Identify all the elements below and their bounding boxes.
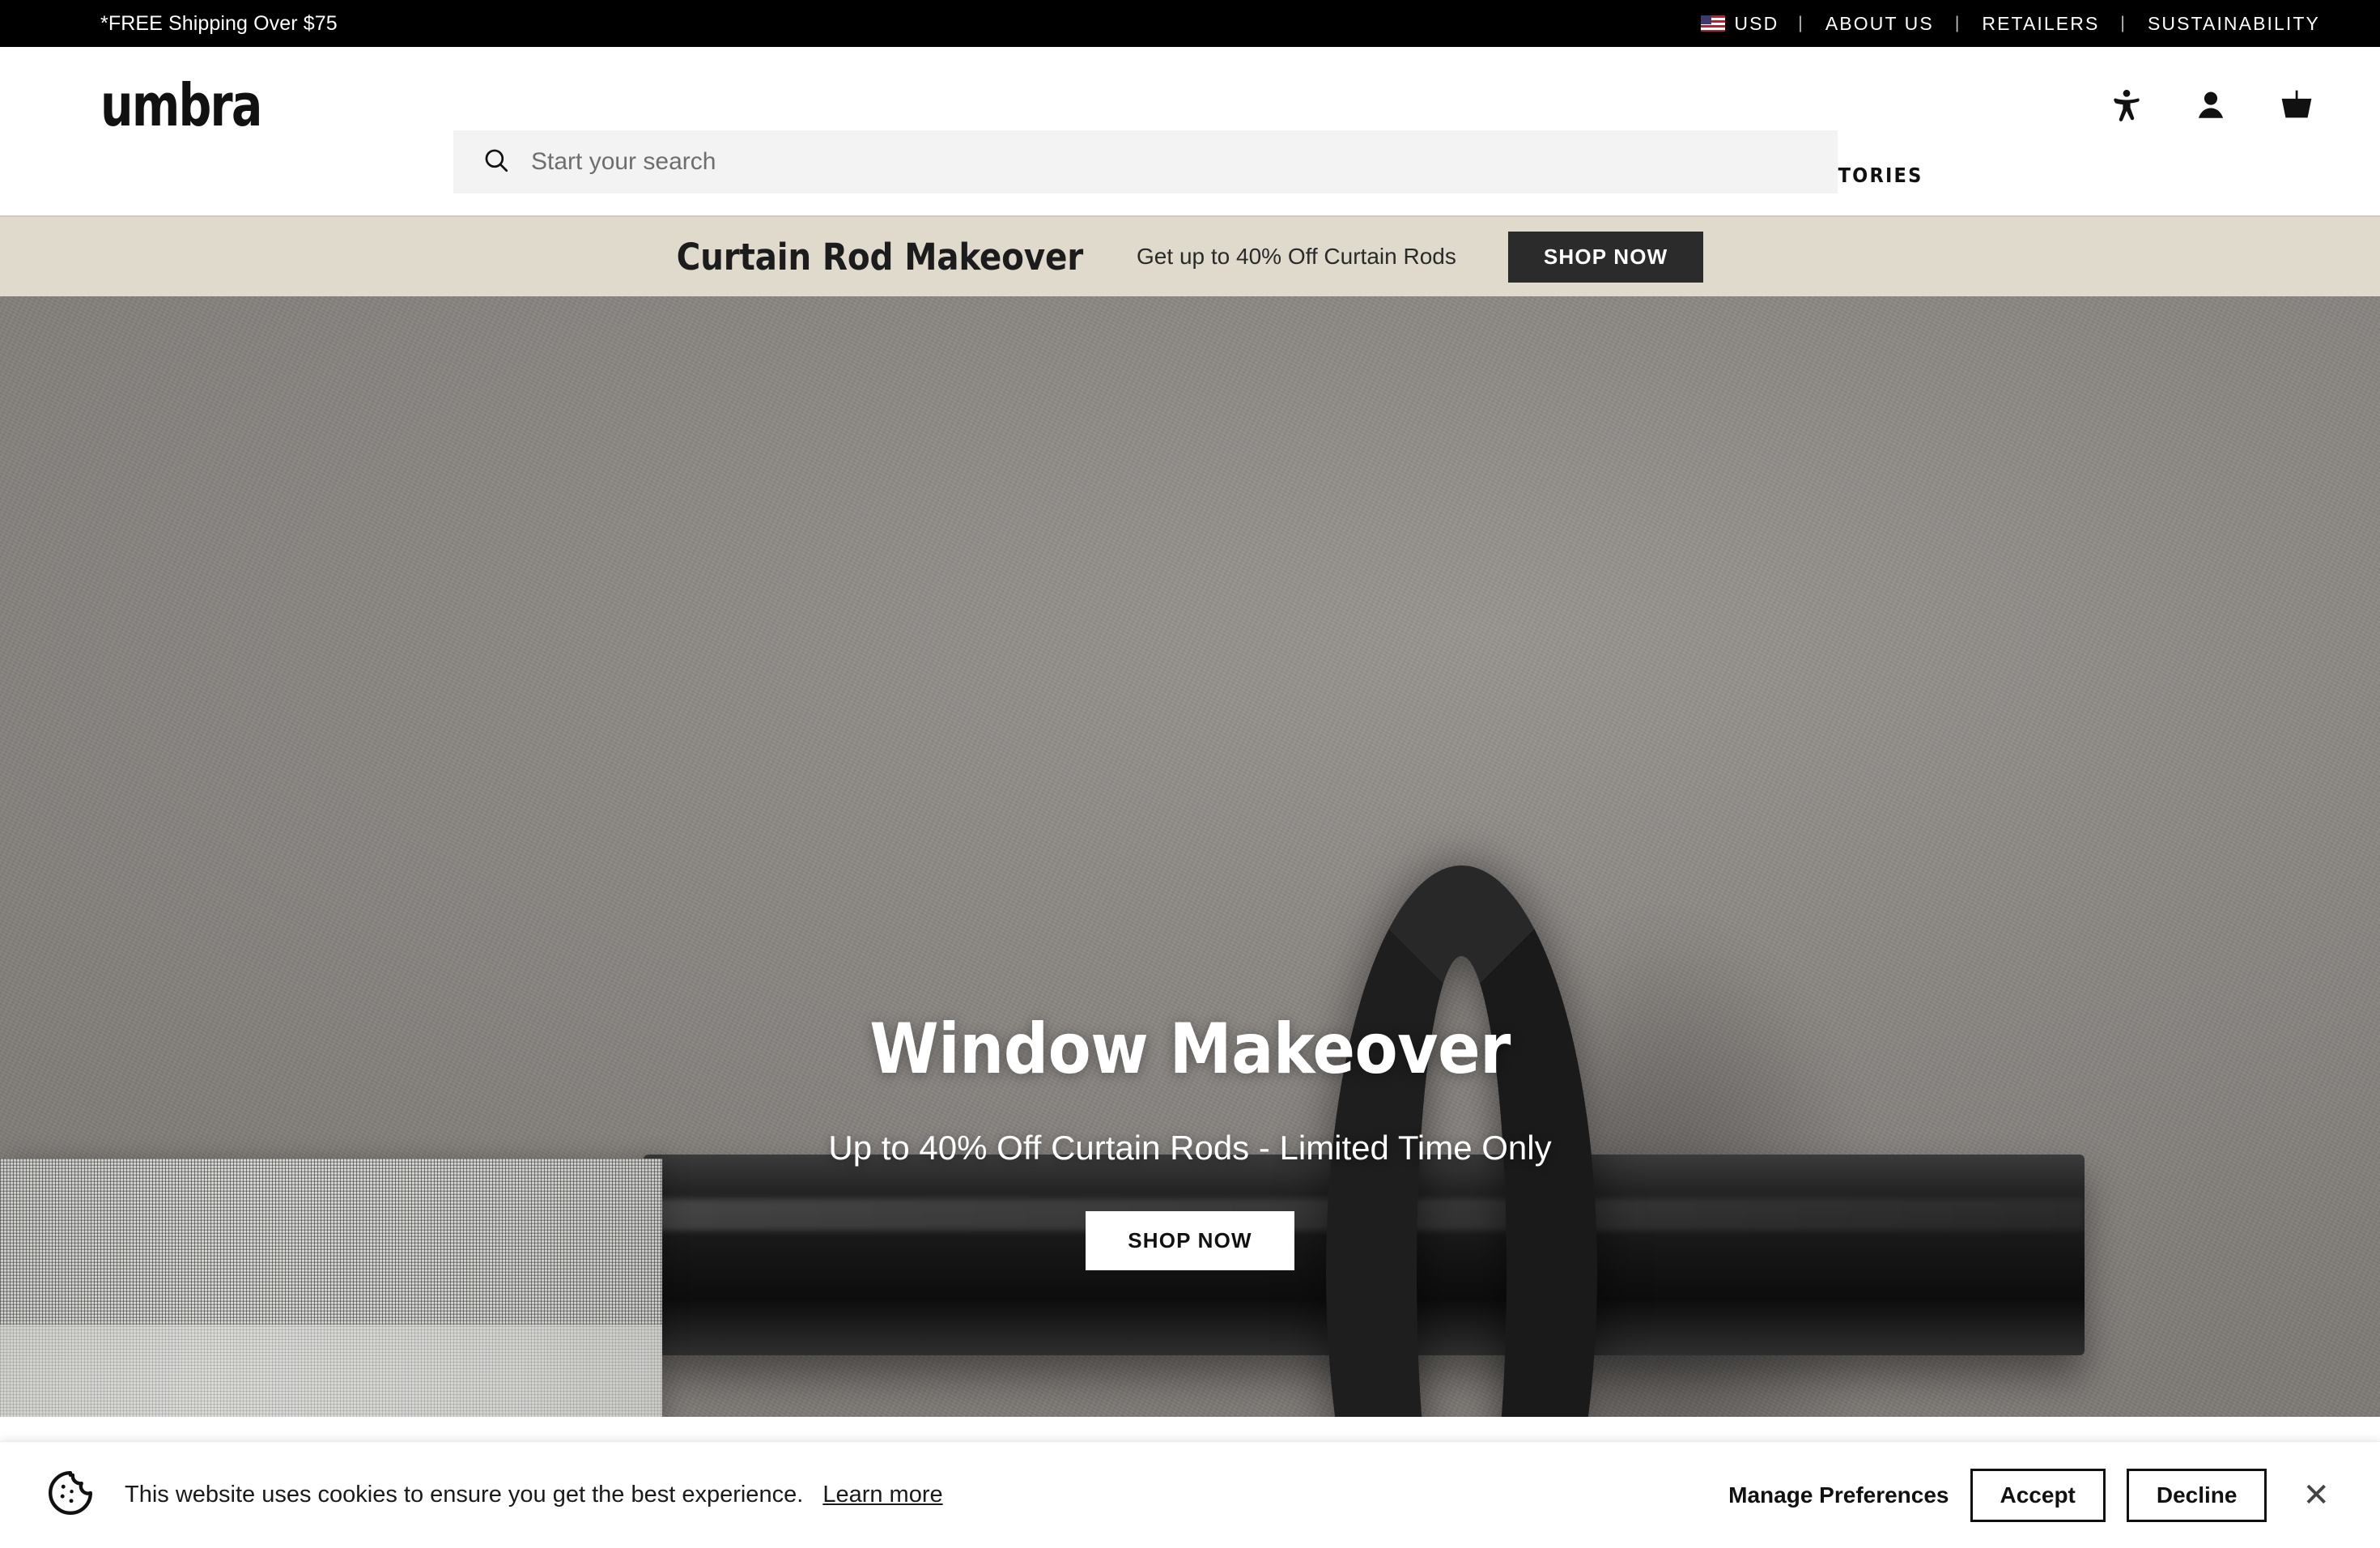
accept-cookies-button[interactable]: Accept xyxy=(1970,1468,2106,1522)
header-icon-group xyxy=(2110,87,2315,123)
currency-label: USD xyxy=(1734,12,1779,34)
hero-title: Window Makeover xyxy=(869,1009,1511,1090)
separator: | xyxy=(1798,14,1804,32)
search-icon xyxy=(482,147,510,178)
free-shipping-notice: *FREE Shipping Over $75 xyxy=(100,11,338,35)
close-icon[interactable]: ✕ xyxy=(2288,1479,2341,1512)
link-sustainability[interactable]: SUSTAINABILITY xyxy=(2127,13,2341,35)
utility-top-bar: *FREE Shipping Over $75 USD | ABOUT US |… xyxy=(0,0,2380,47)
cookie-actions: Manage Preferences Accept Decline ✕ xyxy=(1728,1468,2341,1522)
cookie-consent-banner: This website uses cookies to ensure you … xyxy=(0,1441,2380,1548)
account-icon[interactable] xyxy=(2194,87,2228,123)
cart-basket-icon[interactable] xyxy=(2278,87,2315,123)
link-retailers[interactable]: RETAILERS xyxy=(1961,13,2120,35)
hero-subtitle: Up to 40% Off Curtain Rods - Limited Tim… xyxy=(828,1129,1552,1167)
search-bar[interactable]: Start your search xyxy=(453,130,1838,194)
search-input[interactable]: Start your search xyxy=(531,148,716,176)
hero-content: Window Makeover Up to 40% Off Curtain Ro… xyxy=(0,1009,2380,1270)
promo-subtitle: Get up to 40% Off Curtain Rods xyxy=(1137,244,1456,269)
separator: | xyxy=(1954,14,1961,32)
site-header: umbra Start your search xyxy=(0,47,2380,194)
hero-section: Window Makeover Up to 40% Off Curtain Ro… xyxy=(0,296,2380,1417)
link-about-us[interactable]: ABOUT US xyxy=(1804,13,1955,35)
promo-shop-now-button[interactable]: SHOP NOW xyxy=(1507,231,1704,283)
cookie-icon xyxy=(45,1468,96,1522)
utility-links: USD | ABOUT US | RETAILERS | SUSTAINABIL… xyxy=(1701,13,2341,35)
decline-cookies-button[interactable]: Decline xyxy=(2126,1468,2267,1522)
umbra-logo[interactable]: umbra xyxy=(100,76,262,134)
promo-banner: Curtain Rod Makeover Get up to 40% Off C… xyxy=(0,215,2380,296)
separator: | xyxy=(2120,14,2127,32)
cookie-message: This website uses cookies to ensure you … xyxy=(125,1482,804,1508)
promo-title: Curtain Rod Makeover xyxy=(676,235,1084,279)
cookie-learn-more-link[interactable]: Learn more xyxy=(822,1482,942,1508)
manage-preferences-button[interactable]: Manage Preferences xyxy=(1728,1482,1949,1508)
accessibility-icon[interactable] xyxy=(2110,87,2144,123)
hero-shop-now-button[interactable]: SHOP NOW xyxy=(1086,1211,1294,1270)
us-flag-icon xyxy=(1701,15,1726,32)
cookie-message-wrap: This website uses cookies to ensure you … xyxy=(125,1482,943,1508)
currency-selector[interactable]: USD xyxy=(1701,13,1798,35)
